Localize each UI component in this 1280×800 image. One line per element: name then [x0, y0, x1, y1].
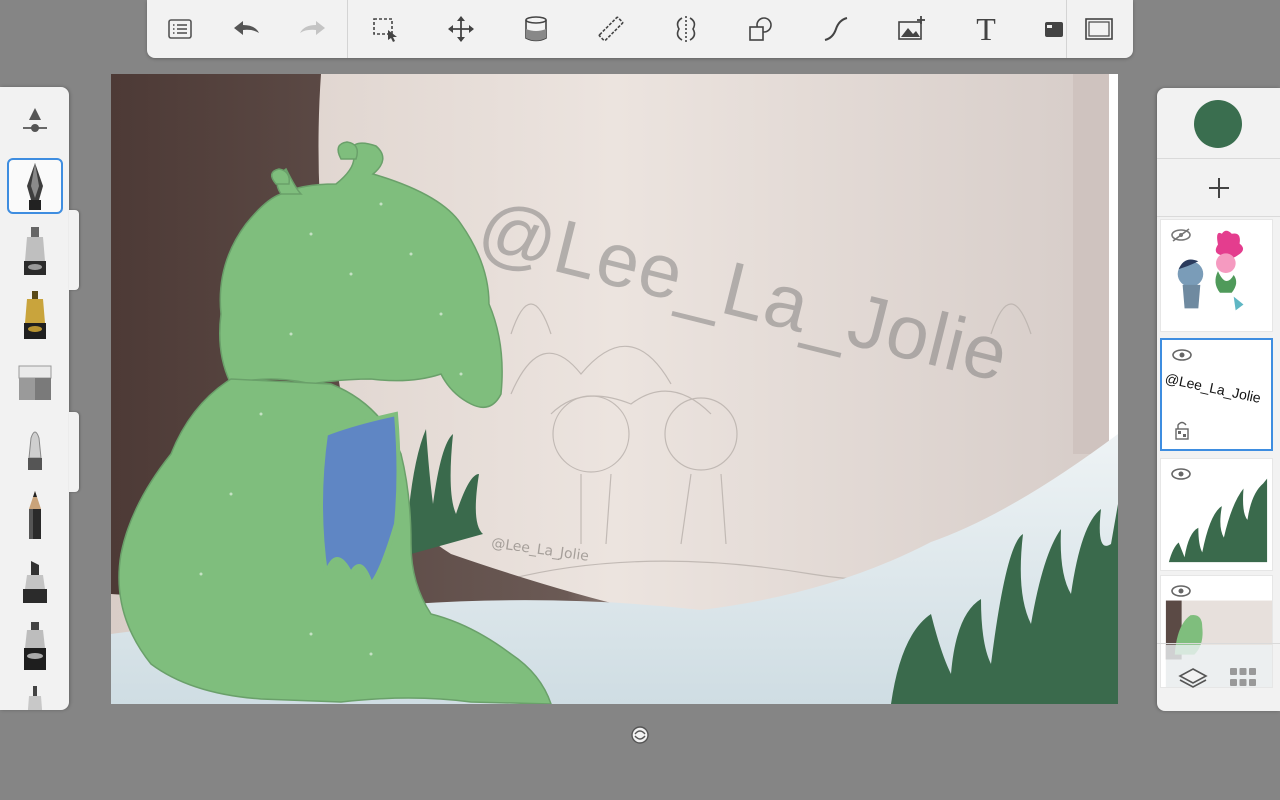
gold-marker-brush[interactable] [7, 287, 63, 343]
curve-icon[interactable] [818, 11, 854, 47]
text-icon[interactable]: T [968, 11, 1004, 47]
brush-panel-scroll-handle[interactable] [69, 412, 79, 492]
text-tool-glyph: T [976, 11, 996, 47]
eye-hidden-icon[interactable] [1170, 227, 1192, 243]
symmetry-icon[interactable] [668, 11, 704, 47]
fineliner-brush[interactable] [7, 680, 63, 710]
brush-library-panel [0, 87, 69, 710]
redo-icon[interactable] [295, 11, 331, 47]
pen-nib-brush[interactable] [7, 158, 63, 214]
add-layer-button[interactable] [1201, 170, 1237, 206]
ruler-icon[interactable] [593, 11, 629, 47]
shapes-icon[interactable] [743, 11, 779, 47]
transform-move-icon[interactable] [443, 11, 479, 47]
grid-view-icon[interactable] [1225, 664, 1261, 692]
layer-grass[interactable] [1160, 458, 1273, 571]
brush-settings-icon[interactable] [7, 92, 63, 148]
layer-characters[interactable] [1160, 219, 1273, 332]
panel-divider [1157, 216, 1280, 217]
marker-brush[interactable] [7, 223, 63, 279]
layers-panel-footer [1157, 644, 1280, 711]
toolbar-divider [347, 0, 348, 58]
add-image-icon[interactable] [893, 11, 929, 47]
eye-visible-icon[interactable] [1170, 583, 1192, 599]
paint-marker-brush[interactable] [7, 618, 63, 674]
layers-panel: @Lee_La_Jolie [1157, 88, 1280, 711]
fullscreen-icon[interactable] [1081, 11, 1117, 47]
panel-divider [1157, 158, 1280, 159]
drawing-canvas[interactable]: @Lee_La_Jolie @Lee_La_Jolie [111, 74, 1118, 704]
layer-watermark[interactable]: @Lee_La_Jolie [1160, 338, 1273, 451]
chisel-marker-brush[interactable] [7, 553, 63, 609]
eraser-brush[interactable] [7, 354, 63, 410]
alpha-lock-icon[interactable] [1174, 420, 1190, 440]
eye-visible-icon[interactable] [1170, 466, 1192, 482]
undo-icon[interactable] [228, 11, 264, 47]
airbrush-brush[interactable] [7, 422, 63, 478]
plus-icon [1209, 178, 1229, 198]
toolbar-divider [1066, 0, 1067, 58]
fill-bucket-icon[interactable] [518, 11, 554, 47]
selection-icon[interactable] [367, 11, 403, 47]
menu-list-icon[interactable] [162, 11, 198, 47]
eye-visible-icon[interactable] [1171, 347, 1193, 363]
pencil-brush[interactable] [7, 487, 63, 543]
color-picker-swatch[interactable] [1194, 100, 1242, 148]
brush-panel-scroll-handle[interactable] [69, 210, 79, 290]
top-toolbar: T [147, 0, 1133, 58]
canvas-reset-rotation-icon[interactable] [630, 725, 650, 745]
layer-thumbnail-text: @Lee_La_Jolie [1163, 370, 1263, 406]
layers-stack-icon[interactable] [1175, 664, 1211, 692]
